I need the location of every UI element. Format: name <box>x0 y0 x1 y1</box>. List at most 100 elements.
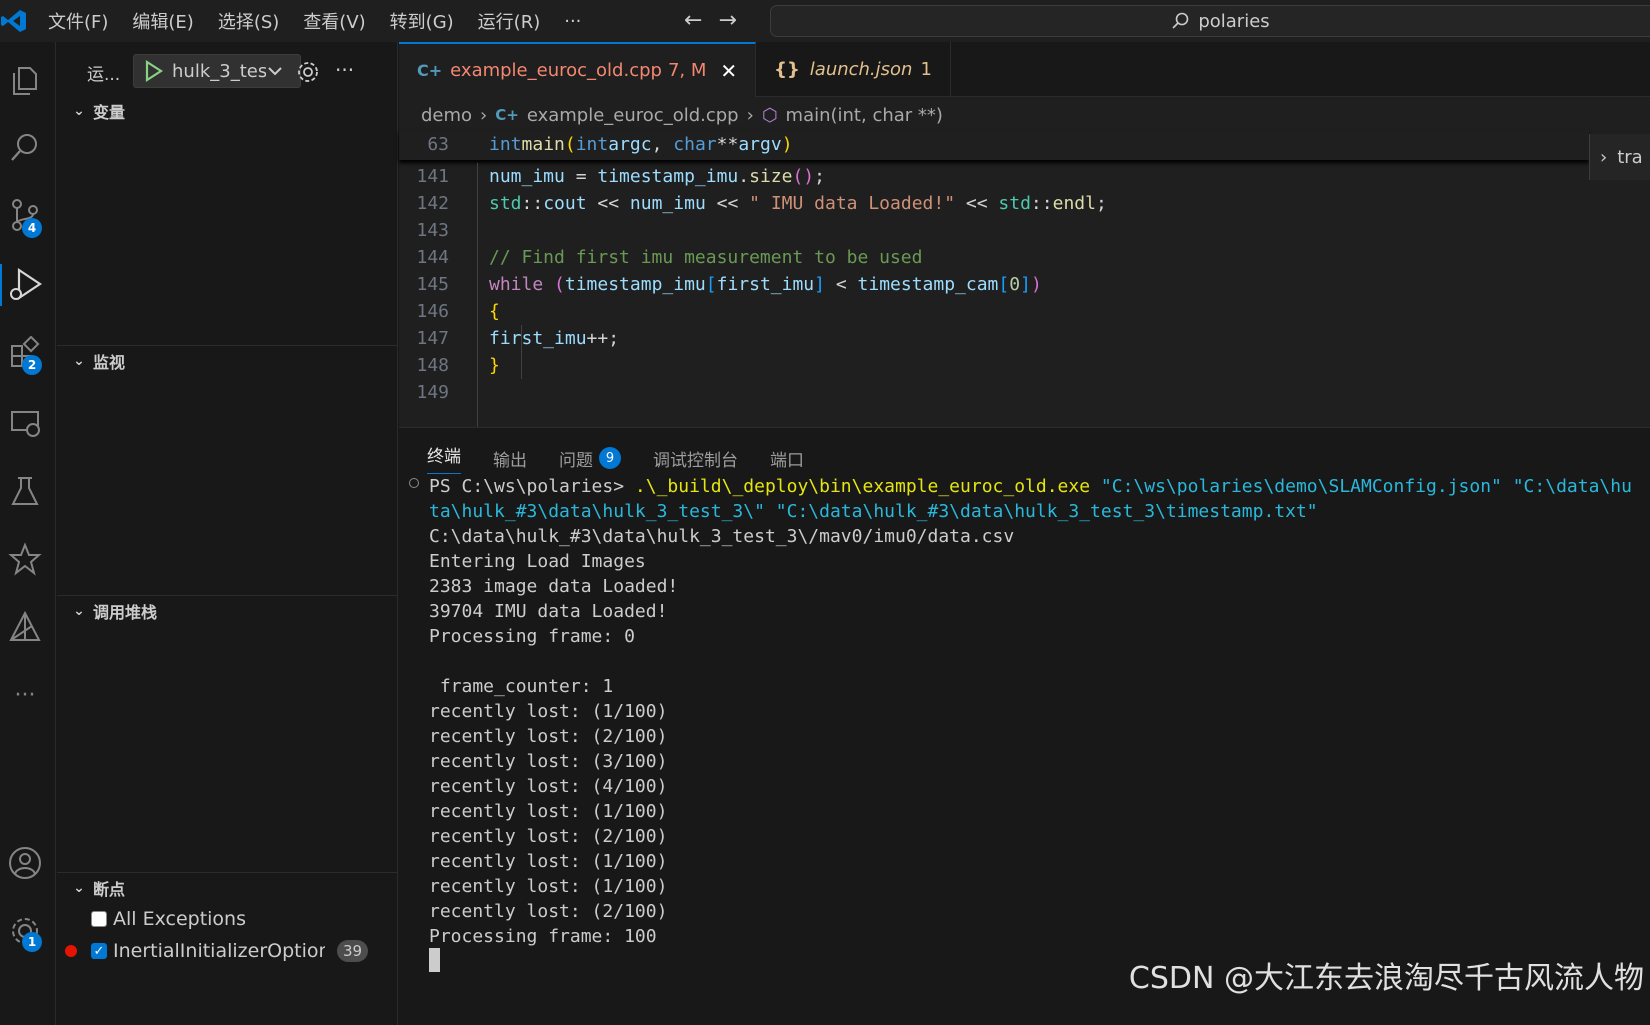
chevron-down-icon: ⌄ <box>73 353 85 369</box>
menu-file[interactable]: 文件(F) <box>48 8 108 34</box>
tab-problems-label: 问题 <box>559 450 593 471</box>
back-arrow-icon[interactable]: ← <box>684 8 702 33</box>
tab-output[interactable]: 输出 <box>493 446 527 471</box>
terminal-prompt: PS C:\ws\polaries> <box>429 476 635 497</box>
code-line: 141 num_imu = timestamp_imu. size(); <box>399 163 825 190</box>
outline-toggle[interactable]: › tra <box>1589 134 1650 180</box>
callstack-section-header[interactable]: ⌄ 调用堆栈 <box>57 597 398 625</box>
tab-ports[interactable]: 端口 <box>770 446 804 471</box>
variables-section-header[interactable]: ⌄ 变量 <box>57 97 398 125</box>
section-divider <box>57 595 398 596</box>
tab-problems[interactable]: 问题 9 <box>559 446 621 471</box>
sticky-scroll-line[interactable]: 63 int main(int argc, char ** argv) <box>399 130 1589 160</box>
terminal-line: recently lost: (3/100) <box>429 751 668 772</box>
line-number: 146 <box>416 301 449 322</box>
code-line: 63 int main(int argc, char ** argv) <box>399 131 792 158</box>
title-bar: 文件(F) 编辑(E) 选择(S) 查看(V) 转到(G) 运行(R) ··· … <box>0 0 1650 42</box>
line-number: 141 <box>416 166 449 187</box>
terminal-line: recently lost: (1/100) <box>429 851 668 872</box>
account-icon[interactable] <box>4 842 46 884</box>
tab-launch-json[interactable]: {} launch.json 1 <box>756 42 951 97</box>
symbol-method-icon: ⬡ <box>761 104 778 126</box>
menu-more[interactable]: ··· <box>564 11 581 32</box>
outline-label: tra <box>1617 146 1643 168</box>
line-number: 63 <box>427 134 449 155</box>
debug-config-select[interactable]: hulk_3_test <box>133 54 301 88</box>
code-viewport[interactable]: 141 num_imu = timestamp_imu. size(); 142 … <box>399 163 1589 427</box>
tab-label: example_euroc_old.cpp <box>450 60 662 81</box>
tab-debug-console[interactable]: 调试控制台 <box>653 446 738 471</box>
breadcrumb-file[interactable]: example_euroc_old.cpp <box>527 105 739 126</box>
breakpoint-row[interactable]: ✓ InertialInitializerOption... 39 <box>57 936 398 966</box>
menu-run[interactable]: 运行(R) <box>478 8 541 34</box>
deploy-triangle-icon[interactable] <box>4 606 46 648</box>
menu-selection[interactable]: 选择(S) <box>218 8 279 34</box>
search-text: polaries <box>1198 10 1270 32</box>
breakpoint-label: InertialInitializerOption... <box>113 940 325 962</box>
testing-flask-icon[interactable] <box>4 470 46 512</box>
tab-status: 1 <box>920 59 932 80</box>
run-debug-icon[interactable] <box>0 264 48 306</box>
watch-title: 监视 <box>93 353 126 372</box>
more-actions-icon[interactable]: ··· <box>335 58 354 82</box>
terminal-line: 2383 image data Loaded! <box>429 576 679 597</box>
terminal-line: recently lost: (2/100) <box>429 826 668 847</box>
breakpoints-section-header[interactable]: ⌄ 断点 <box>57 874 398 902</box>
forward-arrow-icon[interactable]: → <box>718 8 736 33</box>
editor-area: C+ example_euroc_old.cpp 7, M ✕ {} launc… <box>399 42 1650 427</box>
breadcrumb-folder[interactable]: demo <box>421 105 472 126</box>
code-line: 146 { <box>399 298 499 325</box>
breakpoints-title: 断点 <box>93 880 126 899</box>
line-number: 142 <box>416 193 449 214</box>
activity-bar: 4 2 ··· 1 <box>0 42 56 1025</box>
extensions-badge: 2 <box>22 355 42 375</box>
terminal-line: C:\data\hulk_#3\data\hulk_3_test_3\/mav0… <box>429 526 1015 547</box>
terminal-line: Entering Load Images <box>429 551 646 572</box>
json-file-icon: {} <box>774 59 800 80</box>
chevron-down-icon: ⌄ <box>73 880 85 896</box>
settings-badge: 1 <box>22 932 42 952</box>
menu-edit[interactable]: 编辑(E) <box>132 8 193 34</box>
code-line: 145 while (timestamp_imu[first_imu] < ti… <box>399 271 1041 298</box>
terminal-command-decoration-icon[interactable] <box>409 478 419 488</box>
start-debugging-play-icon[interactable] <box>138 56 168 86</box>
chevron-right-icon: › <box>480 104 488 126</box>
code-line: 149 <box>399 379 489 406</box>
close-icon[interactable]: ✕ <box>720 59 737 83</box>
search-view-icon[interactable] <box>4 126 46 168</box>
watch-section-header[interactable]: ⌄ 监视 <box>57 347 398 375</box>
breakpoint-row[interactable]: All Exceptions <box>57 904 398 934</box>
debug-config-name: hulk_3_test <box>172 60 266 82</box>
breadcrumb-symbol[interactable]: main(int, char **) <box>786 105 943 126</box>
terminal-line: recently lost: (1/100) <box>429 701 668 722</box>
explorer-icon[interactable] <box>4 60 46 102</box>
more-views-icon[interactable]: ··· <box>4 674 46 716</box>
line-number: 145 <box>416 274 449 295</box>
menu-view[interactable]: 查看(V) <box>303 8 365 34</box>
breadcrumb: demo › C+ example_euroc_old.cpp › ⬡ main… <box>421 100 943 130</box>
menu-go[interactable]: 转到(G) <box>390 8 454 34</box>
breakpoint-checkbox[interactable] <box>91 911 107 927</box>
open-launch-json-gear-icon[interactable] <box>295 59 321 85</box>
search-icon <box>1172 12 1189 29</box>
code-line: 144 // Find first imu measurement to be … <box>399 244 922 271</box>
remote-explorer-icon[interactable] <box>4 402 46 444</box>
terminal-line: recently lost: (2/100) <box>429 901 668 922</box>
tab-example-euroc-old-cpp[interactable]: C+ example_euroc_old.cpp 7, M ✕ <box>399 42 757 97</box>
code-line: 142 std:: cout << num_imu << " IMU data L… <box>399 190 1106 217</box>
extension-star-icon[interactable] <box>4 538 46 580</box>
terminal-line: recently lost: (2/100) <box>429 726 668 747</box>
chevron-down-icon: ⌄ <box>73 103 85 119</box>
run-debug-sidebar: 运... hulk_3_test ··· ⌄ 变量 ⌄ 监视 ⌄ 调用堆栈 ⌄ … <box>57 42 398 1025</box>
terminal-line: frame_counter: 1 <box>429 676 614 697</box>
bottom-panel: 终端 输出 问题 9 调试控制台 端口 PS C:\ws\polaries> .… <box>399 427 1650 1025</box>
breakpoint-checkbox[interactable]: ✓ <box>91 943 107 959</box>
terminal-line: recently lost: (1/100) <box>429 801 668 822</box>
terminal[interactable]: PS C:\ws\polaries> .\_build\_deploy\bin\… <box>399 468 1650 1025</box>
tab-label: launch.json <box>809 59 913 80</box>
editor-tab-bar: C+ example_euroc_old.cpp 7, M ✕ {} launc… <box>399 42 1650 97</box>
terminal-line: recently lost: (4/100) <box>429 776 668 797</box>
variables-title: 变量 <box>93 103 126 122</box>
command-center-search[interactable]: polaries <box>770 5 1650 37</box>
navigation-arrows: ← → <box>684 8 737 33</box>
